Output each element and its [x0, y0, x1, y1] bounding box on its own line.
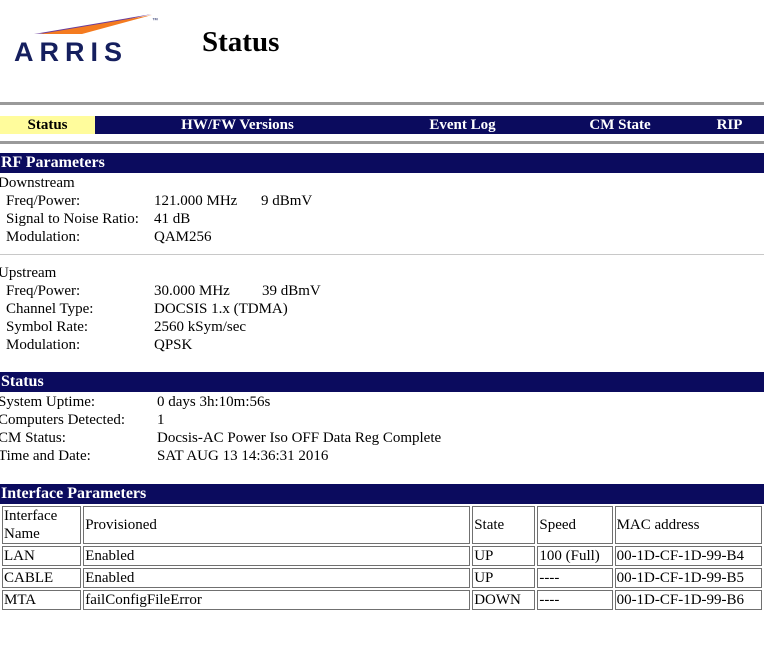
table-cell: 100 (Full): [537, 546, 613, 566]
table-cell: failConfigFileError: [83, 590, 471, 610]
column-header: State: [472, 506, 536, 544]
upstream-symbol-label: Symbol Rate:: [6, 319, 89, 335]
table-cell: CABLE: [2, 568, 82, 588]
interface-table: Interface Name Provisioned State Speed M…: [0, 504, 764, 612]
uptime-label: System Uptime:: [0, 394, 96, 410]
logo-wordmark: ARRIS: [14, 37, 129, 67]
downstream-title: Downstream: [0, 175, 75, 191]
table-cell: 00-1D-CF-1D-99-B4: [614, 546, 762, 566]
upstream-channel-label: Channel Type:: [6, 301, 94, 317]
cm-status-value: Docsis-AC Power Iso OFF Data Reg Complet…: [157, 430, 442, 446]
tab-event-log[interactable]: Event Log: [380, 116, 545, 134]
nav-bar: Status HW/FW Versions Event Log CM State…: [0, 116, 764, 134]
table-cell: ----: [537, 568, 613, 588]
tab-cm-state[interactable]: CM State: [545, 116, 695, 134]
table-header-row: Interface Name Provisioned State Speed M…: [2, 506, 762, 544]
upstream-title: Upstream: [0, 265, 57, 281]
top-rule: [0, 102, 764, 105]
upstream-channel-value: DOCSIS 1.x (TDMA): [154, 301, 288, 317]
column-header: MAC address: [614, 506, 762, 544]
table-cell: UP: [472, 546, 536, 566]
table-cell: 00-1D-CF-1D-99-B5: [614, 568, 762, 588]
rf-divider: [0, 254, 764, 255]
upstream-freq-value: 30.000 MHz: [154, 283, 230, 299]
time-date-value: SAT AUG 13 14:36:31 2016: [157, 448, 329, 464]
table-row: CABLE Enabled UP ---- 00-1D-CF-1D-99-B5: [2, 568, 762, 588]
table-cell: ----: [537, 590, 613, 610]
column-header: Provisioned: [83, 506, 471, 544]
upstream-symbol-value: 2560 kSym/sec: [154, 319, 247, 335]
downstream-power-value: 9 dBmV: [261, 193, 313, 209]
tab-rip[interactable]: RIP: [695, 116, 764, 134]
table-cell: 00-1D-CF-1D-99-B6: [614, 590, 762, 610]
page-title: Status: [202, 26, 280, 58]
interface-parameters-header: Interface Parameters: [0, 484, 764, 504]
upstream-power-value: 39 dBmV: [262, 283, 321, 299]
upstream-freq-label: Freq/Power:: [6, 283, 81, 299]
tab-status[interactable]: Status: [0, 116, 95, 134]
arris-logo: ARRIS ™: [12, 12, 162, 67]
table-row: MTA failConfigFileError DOWN ---- 00-1D-…: [2, 590, 762, 610]
computers-label: Computers Detected:: [0, 412, 126, 428]
nav-bottom-rule: [0, 141, 764, 144]
table-cell: LAN: [2, 546, 82, 566]
table-cell: MTA: [2, 590, 82, 610]
table-cell: UP: [472, 568, 536, 588]
downstream-modulation-value: QAM256: [154, 229, 212, 245]
table-cell: Enabled: [83, 546, 471, 566]
logo-trademark: ™: [152, 18, 158, 24]
time-date-label: Time and Date:: [0, 448, 91, 464]
downstream-modulation-label: Modulation:: [6, 229, 81, 245]
tab-hw-fw-versions[interactable]: HW/FW Versions: [95, 116, 380, 134]
upstream-modulation-label: Modulation:: [6, 337, 81, 353]
downstream-snr-value: 41 dB: [154, 211, 191, 227]
cm-status-label: CM Status:: [0, 430, 66, 446]
table-row: LAN Enabled UP 100 (Full) 00-1D-CF-1D-99…: [2, 546, 762, 566]
upstream-modulation-value: QPSK: [154, 337, 193, 353]
logo-swoosh-icon: [34, 14, 152, 34]
downstream-freq-value: 121.000 MHz: [154, 193, 238, 209]
rf-parameters-header: RF Parameters: [0, 153, 764, 173]
computers-value: 1: [157, 412, 165, 428]
status-header: Status: [0, 372, 764, 392]
uptime-value: 0 days 3h:10m:56s: [157, 394, 271, 410]
column-header: Speed: [537, 506, 613, 544]
column-header: Interface Name: [2, 506, 82, 544]
table-cell: Enabled: [83, 568, 471, 588]
table-cell: DOWN: [472, 590, 536, 610]
downstream-freq-label: Freq/Power:: [6, 193, 81, 209]
downstream-snr-label: Signal to Noise Ratio:: [6, 211, 139, 227]
